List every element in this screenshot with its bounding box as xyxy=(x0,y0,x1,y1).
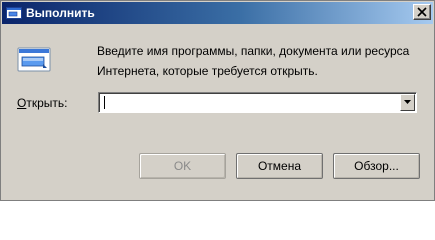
instruction-text: Введите имя программы, папки, документа … xyxy=(97,41,417,81)
close-icon xyxy=(417,7,427,17)
open-combobox[interactable] xyxy=(98,92,417,113)
instruction-line-1: Введите имя программы, папки, документа … xyxy=(97,44,410,58)
browse-button[interactable]: Обзор... xyxy=(333,153,420,179)
window-title: Выполнить xyxy=(26,6,95,20)
instruction-line-2: Интернета, которые требуется открыть. xyxy=(97,64,318,78)
open-label-text: ткрыть: xyxy=(26,96,68,110)
dropdown-button[interactable] xyxy=(400,94,415,111)
run-dialog: Выполнить Введите имя программы, папки, … xyxy=(0,0,435,201)
run-program-icon xyxy=(17,47,51,73)
title-bar[interactable]: Выполнить xyxy=(2,2,433,24)
chevron-down-icon xyxy=(404,100,411,104)
ok-button[interactable]: OK xyxy=(139,153,226,179)
cancel-button[interactable]: Отмена xyxy=(236,153,323,179)
open-input[interactable] xyxy=(102,94,392,110)
open-label: Открыть: xyxy=(17,96,67,110)
close-button[interactable] xyxy=(413,4,431,20)
run-icon xyxy=(6,6,22,20)
open-label-accelerator: О xyxy=(17,96,27,110)
text-caret xyxy=(104,96,105,109)
